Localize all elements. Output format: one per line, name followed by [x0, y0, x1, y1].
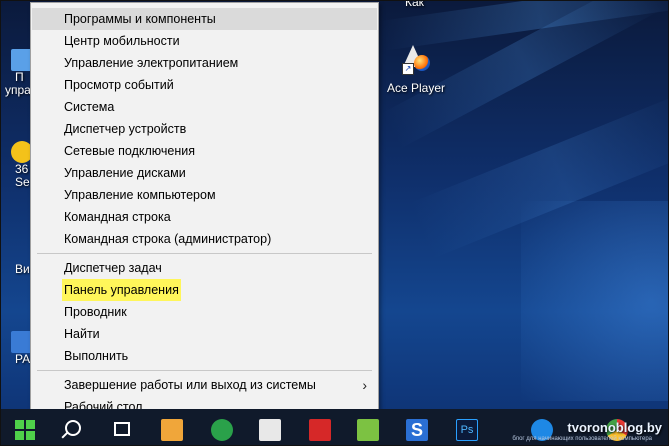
browser-taskbar-icon[interactable]: [211, 419, 233, 441]
menu-item-network-connections[interactable]: Сетевые подключения: [32, 140, 377, 162]
windows-start-icon[interactable]: [15, 420, 35, 440]
menu-item-programs-and-features[interactable]: Программы и компоненты: [32, 8, 377, 30]
menu-item-computer-management[interactable]: Управление компьютером: [32, 184, 377, 206]
calculator-taskbar-icon[interactable]: [259, 419, 281, 441]
desktop-icon-label: упра: [5, 83, 31, 97]
search-icon[interactable]: [65, 420, 81, 436]
chevron-right-icon: ›: [362, 377, 367, 393]
menu-item-label: Управление электропитанием: [64, 56, 239, 70]
desktop-icon-partial[interactable]: Ви: [1, 263, 31, 276]
watermark-subtitle: блог для начинающих пользователей компью…: [512, 436, 652, 442]
winx-context-menu: Программы и компоненты Центр мобильности…: [30, 2, 379, 422]
menu-item-label: Выполнить: [64, 349, 129, 363]
menu-item-shutdown-or-sign-out[interactable]: Завершение работы или выход из системы ›: [32, 374, 377, 396]
desktop-icon-label: PA: [15, 352, 31, 366]
menu-item-control-panel[interactable]: Панель управления: [32, 279, 377, 301]
app-taskbar-icon[interactable]: [357, 419, 379, 441]
app-taskbar-icon[interactable]: [309, 419, 331, 441]
desktop-icon-label: Ace Player: [386, 81, 446, 95]
taskbar: S Ps tvoronoblog.by блог для начинающих …: [1, 409, 668, 445]
desktop-icon-partial[interactable]: PA: [1, 331, 33, 366]
wallpaper-glow: [521, 201, 668, 401]
menu-item-label: Командная строка (администратор): [64, 232, 272, 246]
menu-item-device-manager[interactable]: Диспетчер устройств: [32, 118, 377, 140]
menu-item-task-manager[interactable]: Диспетчер задач: [32, 257, 377, 279]
menu-item-command-prompt[interactable]: Командная строка: [32, 206, 377, 228]
menu-item-label-highlighted: Панель управления: [62, 279, 181, 301]
menu-item-label: Просмотр событий: [64, 78, 174, 92]
menu-item-label: Проводник: [64, 305, 127, 319]
menu-item-label: Управление компьютером: [64, 188, 216, 202]
desktop-screen: Как П упра 36 Se Ви PA ↗ Ace Player Прог…: [0, 0, 669, 446]
menu-item-label: Диспетчер задач: [64, 261, 162, 275]
task-view-icon[interactable]: [114, 422, 130, 436]
menu-item-system[interactable]: Система: [32, 96, 377, 118]
menu-item-power-options[interactable]: Управление электропитанием: [32, 52, 377, 74]
desktop-icon-label: Se: [15, 175, 30, 189]
menu-item-label: Управление дисками: [64, 166, 186, 180]
photoshop-icon[interactable]: Ps: [456, 419, 478, 441]
menu-separator: [37, 253, 372, 254]
desktop-icon-ace-player[interactable]: ↗ Ace Player: [384, 43, 448, 95]
desktop-icon-partial[interactable]: П упра: [1, 49, 33, 97]
menu-item-command-prompt-admin[interactable]: Командная строка (администратор): [32, 228, 377, 250]
watermark: tvoronoblog.by: [567, 420, 662, 435]
menu-item-label: Командная строка: [64, 210, 171, 224]
menu-separator: [37, 370, 372, 371]
menu-item-file-explorer[interactable]: Проводник: [32, 301, 377, 323]
menu-item-label: Сетевые подключения: [64, 144, 196, 158]
ace-player-icon: ↗: [400, 43, 432, 75]
menu-item-run[interactable]: Выполнить: [32, 345, 377, 367]
skype-icon[interactable]: S: [406, 419, 428, 441]
desktop-icon-partial[interactable]: 36 Se: [1, 141, 33, 189]
menu-item-label: Программы и компоненты: [64, 12, 216, 26]
desktop-icon-label-top: Как: [405, 0, 424, 9]
menu-item-disk-management[interactable]: Управление дисками: [32, 162, 377, 184]
menu-item-label: Диспетчер устройств: [64, 122, 187, 136]
menu-item-event-viewer[interactable]: Просмотр событий: [32, 74, 377, 96]
desktop-icon-label: Ви: [15, 262, 30, 276]
menu-item-label: Система: [64, 100, 115, 114]
menu-item-label: Завершение работы или выход из системы: [64, 378, 316, 392]
menu-item-label: Центр мобильности: [64, 34, 180, 48]
menu-item-search[interactable]: Найти: [32, 323, 377, 345]
menu-item-mobility-center[interactable]: Центр мобильности: [32, 30, 377, 52]
file-explorer-taskbar-icon[interactable]: [161, 419, 183, 441]
menu-item-label: Найти: [64, 327, 100, 341]
